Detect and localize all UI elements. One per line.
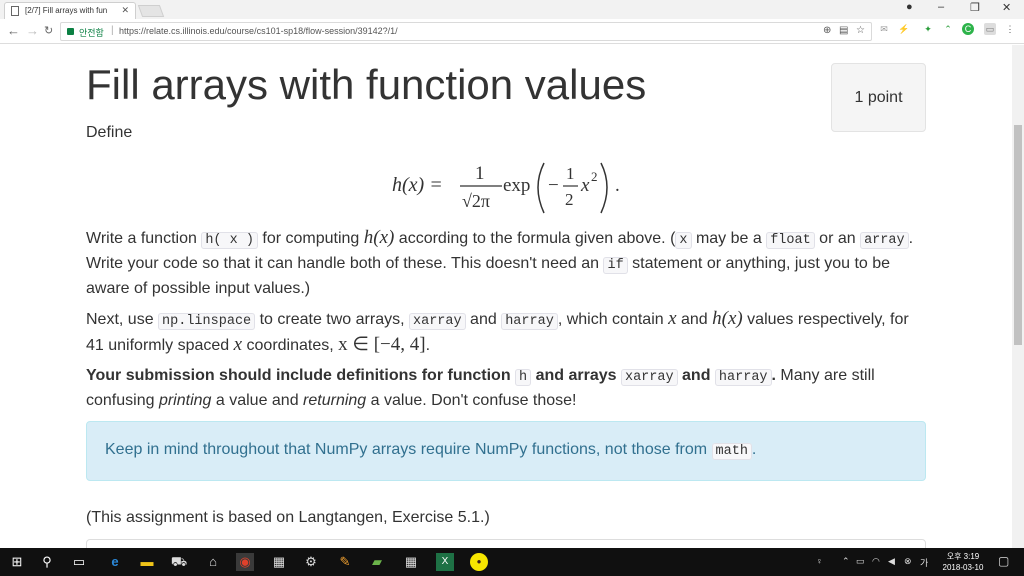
ime-icon[interactable]: 가 xyxy=(920,556,928,569)
paragraph-3: Your submission should include definitio… xyxy=(86,367,875,409)
secure-label: 안전함 xyxy=(79,28,104,38)
extension-evernote-icon[interactable]: ✦ xyxy=(922,23,934,35)
volume-icon[interactable]: ◀ xyxy=(888,556,895,567)
info-alert: Keep in mind throughout that NumPy array… xyxy=(86,421,926,481)
task-view-icon[interactable]: ▭ xyxy=(70,553,88,571)
translate-icon[interactable]: ▤ xyxy=(839,25,848,36)
formula: h(x) = 1 √2π exp − 1 2 x 2 . xyxy=(392,162,620,214)
define-text: Define xyxy=(86,124,133,141)
forward-icon[interactable]: → xyxy=(26,23,39,38)
formula-end: . xyxy=(615,175,620,196)
paragraph-1: Write a function h( x ) for computing h(… xyxy=(86,227,914,297)
formula-lhs: h(x) = xyxy=(392,174,443,196)
browser-titlebar: [2/7] Fill arrays with fun ✕ ● – ❐ ✕ xyxy=(0,0,1024,19)
formula-inner-num: 1 xyxy=(566,164,575,183)
excel-icon[interactable]: X xyxy=(436,553,454,571)
profile-icon[interactable]: ● xyxy=(906,1,913,13)
formula-inner-pow: 2 xyxy=(591,169,598,184)
chrome-icon[interactable]: ◉ xyxy=(236,553,254,571)
separator: | xyxy=(111,25,114,36)
attribution-note: (This assignment is based on Langtangen,… xyxy=(86,509,490,526)
kakaotalk-icon[interactable]: ● xyxy=(470,553,488,571)
formula-minus: − xyxy=(548,175,559,196)
extension-box-icon[interactable]: ▭ xyxy=(984,23,996,35)
file-explorer-icon[interactable]: ▬ xyxy=(138,553,156,571)
address-row: ← → ↻ 안전함 | https://relate.cs.illinois.e… xyxy=(0,19,1024,44)
new-tab-button[interactable] xyxy=(137,5,165,17)
formula-inner-var: x xyxy=(580,175,590,196)
paint-icon[interactable]: ✎ xyxy=(336,553,354,571)
extension-bolt-icon[interactable]: ⚡ xyxy=(898,23,910,35)
bookmark-star-icon[interactable]: ☆ xyxy=(856,25,865,36)
battery-icon[interactable]: ▭ xyxy=(856,556,865,567)
scroll-thumb[interactable] xyxy=(1014,125,1022,345)
restore-icon[interactable]: ❐ xyxy=(970,1,980,14)
document-icon xyxy=(11,6,19,16)
user-tray-icon[interactable]: ♀ xyxy=(816,556,823,566)
formula-den: √2π xyxy=(462,191,490,211)
hangul-icon[interactable]: ▰ xyxy=(368,553,386,571)
lock-icon xyxy=(67,28,74,35)
browser-tab[interactable]: [2/7] Fill arrays with fun ✕ xyxy=(4,2,136,19)
extension-c-icon[interactable]: C xyxy=(962,23,974,35)
minimize-icon[interactable]: – xyxy=(938,1,944,13)
extension-arrow-icon[interactable]: ⌃ xyxy=(942,23,954,35)
clock[interactable]: 오후 3:19 2018-03-10 xyxy=(932,551,994,573)
url-text[interactable]: https://relate.cs.illinois.edu/course/cs… xyxy=(119,26,398,36)
windows-start-icon[interactable]: ⊞ xyxy=(8,553,26,571)
mortarboard-icon[interactable]: ⌂ xyxy=(204,553,222,571)
wifi-icon[interactable]: ◠ xyxy=(872,556,880,567)
clock-time: 오후 3:19 xyxy=(946,552,980,561)
store-icon[interactable]: ⛟ xyxy=(170,553,188,571)
left-paren xyxy=(537,162,545,214)
settings-gear-icon[interactable]: ⚙ xyxy=(302,553,320,571)
formula-num: 1 xyxy=(475,163,485,184)
paragraph-2: Next, use np.linspace to create two arra… xyxy=(86,308,909,355)
calculator-icon[interactable]: ▦ xyxy=(402,553,420,571)
search-icon[interactable]: ⚲ xyxy=(38,553,56,571)
scrollbar[interactable] xyxy=(1012,45,1024,548)
page-content: Fill arrays with function values 1 point… xyxy=(0,45,1012,548)
tray-chevron-icon[interactable]: ⌃ xyxy=(842,556,850,567)
reload-icon[interactable]: ↻ xyxy=(44,24,53,37)
calendar-icon[interactable]: ▦ xyxy=(270,553,288,571)
right-paren xyxy=(600,162,608,214)
zoom-icon[interactable]: ⊕ xyxy=(823,25,831,36)
extension-mail-icon[interactable]: ✉ xyxy=(878,23,890,35)
answer-box[interactable] xyxy=(86,539,926,548)
formula-inner-den: 2 xyxy=(565,190,574,209)
taskbar: ⊞ ⚲ ▭ e ▬ ⛟ ⌂ ◉ ▦ ⚙ ✎ ▰ ▦ X ● ♀ ⌃ ▭ ◠ ◀ … xyxy=(0,548,1024,576)
page-title: Fill arrays with function values xyxy=(86,61,647,108)
formula-exp: exp xyxy=(503,175,530,196)
menu-kebab-icon[interactable]: ⋮ xyxy=(1004,23,1016,35)
close-window-icon[interactable]: ✕ xyxy=(1002,1,1011,14)
edge-icon[interactable]: e xyxy=(106,553,124,571)
address-bar[interactable]: 안전함 | https://relate.cs.illinois.edu/cou… xyxy=(60,22,872,41)
back-icon[interactable]: ← xyxy=(7,23,20,38)
code-h: h( x ) xyxy=(201,232,258,249)
action-center-icon[interactable]: ▢ xyxy=(998,554,1009,568)
tab-close-icon[interactable]: ✕ xyxy=(121,5,129,16)
tab-title: [2/7] Fill arrays with fun xyxy=(25,6,108,15)
clock-date: 2018-03-10 xyxy=(942,563,984,572)
notification-x-icon[interactable]: ⊗ xyxy=(904,556,912,567)
